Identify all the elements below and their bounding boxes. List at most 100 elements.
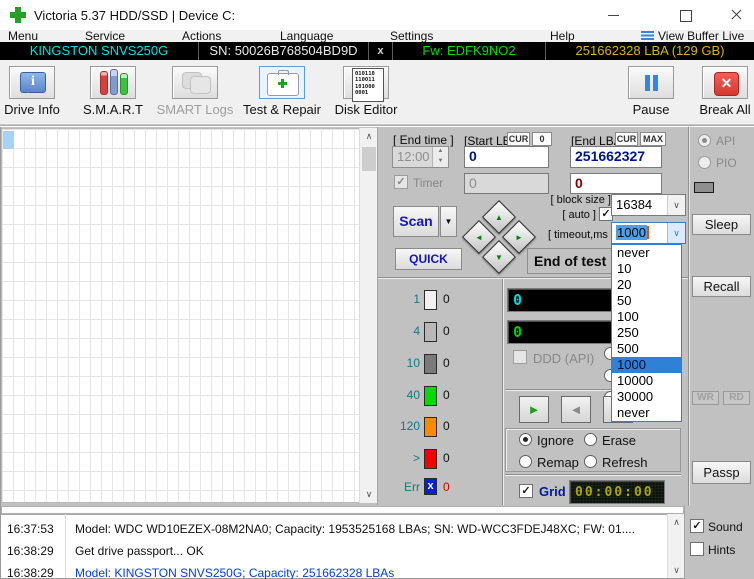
timeout-option[interactable]: 10 bbox=[612, 261, 681, 277]
diamond-nav: ▲ ◄ ► ▼ bbox=[465, 203, 533, 271]
sleep-button[interactable]: Sleep bbox=[692, 214, 751, 235]
smart-logs-label: SMART Logs bbox=[156, 102, 234, 117]
timeout-option[interactable]: 250 bbox=[612, 325, 681, 341]
chevron-down-icon[interactable]: ∨ bbox=[667, 223, 685, 243]
end-time-spinner[interactable]: 12:00 ▲▼ bbox=[392, 146, 449, 168]
erase-radio[interactable] bbox=[584, 433, 597, 446]
timeout-option[interactable]: 30000 bbox=[612, 389, 681, 405]
left-triangle-icon: ◄ bbox=[468, 226, 490, 248]
text-caret bbox=[647, 226, 649, 239]
step-back-button[interactable]: ◄ bbox=[561, 396, 591, 423]
timer-checkbox[interactable] bbox=[394, 175, 408, 189]
disk-editor-button[interactable]: 010110 110011 101000 0001 Disk Editor bbox=[334, 66, 398, 117]
timeout-option[interactable]: never bbox=[612, 245, 681, 261]
minimize-button[interactable] bbox=[604, 6, 622, 24]
start-lba-input[interactable]: 0 bbox=[464, 146, 549, 168]
counter-label-10: 10 bbox=[378, 356, 420, 370]
counter-value-40: 0 bbox=[443, 388, 450, 402]
api-radio[interactable] bbox=[698, 134, 711, 147]
auto-label: [ auto ] bbox=[552, 209, 596, 221]
test-repair-icon-frame bbox=[259, 66, 305, 99]
maximize-icon bbox=[680, 10, 692, 22]
pause-label: Pause bbox=[628, 102, 674, 117]
smart-button[interactable]: S.M.A.R.T bbox=[82, 66, 144, 117]
log-row: 16:38:29 Model: KINGSTON SNVS250G; Capac… bbox=[1, 562, 667, 579]
drive-info-label: Drive Info bbox=[2, 102, 62, 117]
pio-radio[interactable] bbox=[698, 156, 711, 169]
menu-item-settings[interactable]: Settings bbox=[390, 30, 433, 42]
sound-checkbox[interactable] bbox=[690, 519, 704, 533]
drive-x-button[interactable]: x bbox=[369, 42, 393, 60]
end-lba-cur-button[interactable]: CUR bbox=[615, 132, 638, 146]
smart-label: S.M.A.R.T bbox=[82, 102, 144, 117]
timeout-option[interactable]: 10000 bbox=[612, 373, 681, 389]
menubar: Menu Service Actions Language Settings H… bbox=[0, 30, 754, 42]
pause-button[interactable]: Pause bbox=[628, 66, 674, 117]
menu-item-actions[interactable]: Actions bbox=[182, 30, 221, 42]
spinner-arrows-icon[interactable]: ▲▼ bbox=[432, 147, 448, 167]
close-button[interactable] bbox=[727, 6, 745, 24]
start-test-button[interactable]: ► bbox=[519, 396, 549, 423]
block-size-combo[interactable]: 16384 ∨ bbox=[611, 194, 686, 216]
start-lba-cur-button[interactable]: CUR bbox=[507, 132, 530, 146]
drive-info-icon-frame bbox=[9, 66, 55, 99]
counter-swatch-4 bbox=[424, 322, 437, 342]
second-value-input[interactable]: 0 bbox=[570, 173, 662, 194]
smart-logs-button[interactable]: SMART Logs bbox=[156, 66, 234, 117]
canvas-scrollbar-thumb[interactable] bbox=[362, 147, 376, 171]
menu-item-help[interactable]: Help bbox=[550, 30, 575, 42]
timeout-option[interactable]: never bbox=[612, 405, 681, 421]
timeout-option[interactable]: 500 bbox=[612, 341, 681, 357]
play-triangle-icon: ► bbox=[528, 402, 541, 417]
grid-checkbox[interactable] bbox=[519, 484, 533, 498]
end-lba-input[interactable]: 251662327 bbox=[570, 146, 662, 168]
counter-value-4: 0 bbox=[443, 324, 450, 338]
start-lba-zero-button[interactable]: 0 bbox=[532, 132, 552, 146]
break-all-icon-frame: ✕ bbox=[702, 66, 748, 99]
hints-checkbox[interactable] bbox=[690, 542, 704, 556]
maximize-button[interactable] bbox=[676, 6, 694, 24]
ignore-radio[interactable] bbox=[519, 433, 532, 446]
end-time-label: [ End time ] bbox=[393, 133, 454, 147]
canvas-scrollbar[interactable]: ∧ ∨ bbox=[359, 128, 377, 503]
log-time: 16:38:29 bbox=[7, 566, 54, 579]
passp-button[interactable]: Passp bbox=[692, 461, 751, 484]
break-all-button[interactable]: ✕ Break All bbox=[697, 66, 753, 117]
remap-label: Remap bbox=[537, 455, 579, 470]
remap-radio[interactable] bbox=[519, 455, 532, 468]
menu-item-menu[interactable]: Menu bbox=[8, 30, 38, 42]
recall-button[interactable]: Recall bbox=[692, 276, 751, 297]
test-tubes-icon bbox=[100, 71, 128, 95]
drive-info-button[interactable]: Drive Info bbox=[2, 66, 62, 117]
binary-line: 0001 bbox=[355, 90, 383, 96]
chevron-down-icon[interactable]: ∨ bbox=[667, 195, 685, 215]
refresh-radio[interactable] bbox=[584, 455, 597, 468]
ignore-label: Ignore bbox=[537, 433, 574, 448]
log-scrollbar[interactable]: ∧ ∨ bbox=[667, 514, 684, 578]
quick-button[interactable]: QUICK bbox=[395, 248, 462, 270]
ddd-api-checkbox[interactable] bbox=[513, 350, 527, 364]
scroll-up-icon[interactable]: ∧ bbox=[668, 514, 685, 531]
panel-vertical-divider bbox=[502, 279, 504, 505]
timeout-option[interactable]: 100 bbox=[612, 309, 681, 325]
scroll-down-icon[interactable]: ∨ bbox=[668, 562, 685, 579]
rd-button[interactable]: RD bbox=[723, 391, 750, 405]
timer-value-input[interactable]: 0 bbox=[464, 173, 549, 194]
test-repair-button[interactable]: Test & Repair bbox=[242, 66, 322, 117]
scroll-up-icon[interactable]: ∧ bbox=[360, 128, 378, 145]
scan-dropdown-button[interactable]: ▼ bbox=[440, 206, 457, 237]
menu-item-language[interactable]: Language bbox=[280, 30, 333, 42]
left-triangle-icon: ◄ bbox=[570, 402, 583, 417]
timeout-combo[interactable]: 1000 ∨ bbox=[611, 222, 686, 244]
end-lba-max-button[interactable]: MAX bbox=[640, 132, 666, 146]
first-aid-case-icon bbox=[267, 73, 299, 96]
view-buffer-live[interactable]: View Buffer Live bbox=[658, 30, 744, 42]
scan-button[interactable]: Scan bbox=[393, 206, 439, 237]
scroll-down-icon[interactable]: ∨ bbox=[360, 486, 378, 503]
menu-item-service[interactable]: Service bbox=[85, 30, 125, 42]
timeout-option[interactable]: 50 bbox=[612, 293, 681, 309]
wr-button[interactable]: WR bbox=[692, 391, 719, 405]
drive-serial: SN: 50026B768504BD9D bbox=[199, 42, 369, 60]
timeout-option-selected[interactable]: 1000 bbox=[612, 357, 681, 373]
timeout-option[interactable]: 20 bbox=[612, 277, 681, 293]
